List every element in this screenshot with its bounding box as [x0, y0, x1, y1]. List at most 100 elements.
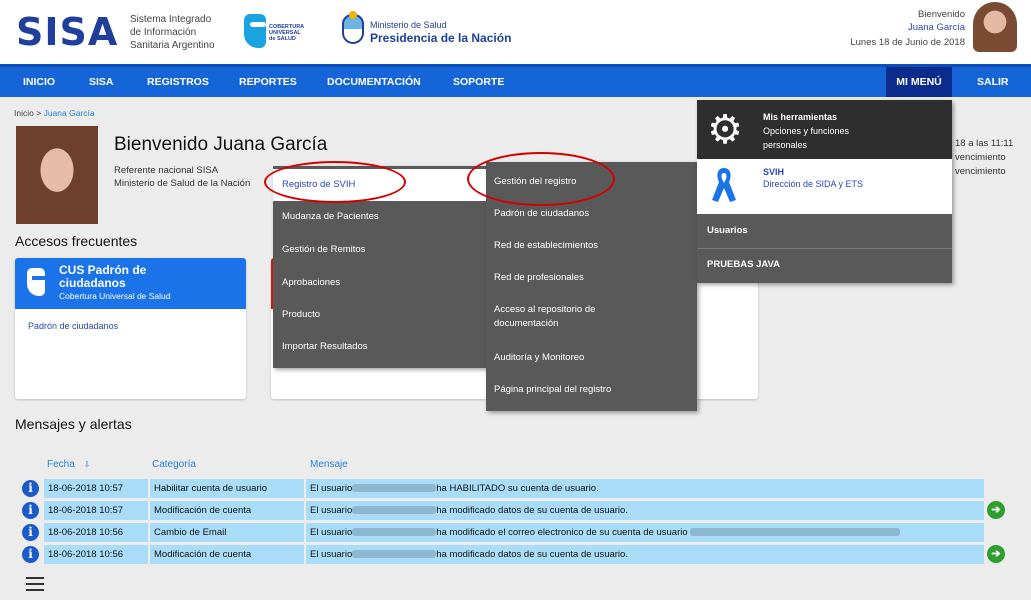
col-header-categoria[interactable]: Categoría	[152, 459, 196, 470]
cell-categoria: Modificación de cuenta	[150, 545, 304, 564]
page-title: Bienvenido Juana García	[114, 134, 328, 155]
avatar[interactable]	[973, 2, 1017, 52]
nav-mi-menu[interactable]: MI MENÚ	[886, 67, 952, 97]
msg-post: ha modificado datos de su cuenta de usua…	[436, 549, 628, 560]
info-icon: i	[22, 524, 39, 541]
msg-post: ha modificado datos de su cuenta de usua…	[436, 505, 628, 516]
sort-icon[interactable]: ⇩	[84, 460, 91, 469]
menu-item-repositorio[interactable]: Acceso al repositorio de documentación	[494, 303, 624, 331]
herramientas-subtitle: Opciones y funciones personales	[763, 126, 850, 150]
info-icon: i	[22, 480, 39, 497]
cobertura-f-icon	[244, 14, 266, 48]
logo-description: Sistema Integrado de Información Sanitar…	[130, 13, 215, 52]
breadcrumb-current[interactable]: Juana García	[44, 108, 95, 118]
mi-menu-dropdown: ⚙ Mis herramientas Opciones y funciones …	[697, 100, 952, 283]
awareness-ribbon-icon	[712, 168, 736, 202]
highlight-circle	[467, 152, 615, 206]
highlight-circle	[264, 161, 406, 203]
menu-item-remitos[interactable]: Gestión de Remitos	[273, 234, 488, 266]
menu-item-establecimientos[interactable]: Red de establecimientos	[494, 239, 689, 253]
blurred-username	[352, 506, 437, 515]
breadcrumb: Inicio > Juana García	[14, 108, 95, 118]
current-date: Lunes 18 de Junio de 2018	[850, 37, 965, 48]
cell-categoria: Habilitar cuenta de usuario	[150, 479, 304, 498]
nav-inicio[interactable]: INICIO	[23, 67, 55, 97]
table-row[interactable]: i 18-06-2018 10:57 Habilitar cuenta de u…	[16, 479, 984, 498]
nav-sisa[interactable]: SISA	[89, 67, 114, 97]
greeting: Bienvenido	[917, 9, 965, 20]
nav-salir[interactable]: SALIR	[977, 67, 1009, 97]
role-line: Ministerio de Salud de la Nación	[114, 178, 251, 189]
cell-categoria: Modificación de cuenta	[150, 501, 304, 520]
msg-pre: El usuario	[310, 527, 353, 538]
user-name-link[interactable]: Juana García	[850, 21, 965, 34]
cell-mensaje: El usuario ha modificado datos de su cuen…	[306, 545, 984, 564]
blurred-username	[352, 484, 437, 493]
svih-subtitle: Dirección de SIDA y ETS	[763, 179, 864, 189]
cell-mensaje: El usuario ha HABILITADO su cuenta de usu…	[306, 479, 984, 498]
arrow-right-icon[interactable]: ➔	[987, 545, 1005, 563]
nav-documentacion[interactable]: DOCUMENTACIÓN	[327, 67, 421, 97]
user-role: Referente nacional SISA Ministerio de Sa…	[114, 164, 250, 190]
ministerio-line1: Ministerio de Salud	[370, 20, 447, 30]
nav-registros[interactable]: REGISTROS	[147, 67, 209, 97]
mis-herramientas-item[interactable]: ⚙ Mis herramientas Opciones y funciones …	[697, 100, 952, 159]
breadcrumb-home[interactable]: Inicio	[14, 108, 34, 118]
header: SISA Sistema Integrado de Información Sa…	[0, 0, 1031, 64]
msg-post: ha HABILITADO su cuenta de usuario.	[436, 483, 599, 494]
ministerio-logo: Ministerio de Salud Presidencia de la Na…	[342, 11, 522, 48]
menu-item-producto[interactable]: Producto	[273, 299, 488, 331]
escudo-icon	[342, 11, 364, 44]
menu-item-importar[interactable]: Importar Resultados	[273, 331, 488, 363]
logo-text-line: de Información	[130, 27, 197, 38]
cell-fecha: 18-06-2018 10:56	[44, 545, 148, 564]
session-info-line: vencimiento	[955, 166, 1006, 177]
nav-reportes[interactable]: REPORTES	[239, 67, 297, 97]
cell-fecha: 18-06-2018 10:57	[44, 479, 148, 498]
menu-item-usuarios[interactable]: Usuarios	[707, 225, 748, 236]
svih-title: SVIH	[763, 167, 785, 177]
blurred-username	[352, 528, 437, 537]
menu-item-padron[interactable]: Padrón de ciudadanos	[494, 207, 689, 221]
sisa-logo[interactable]: SISA	[16, 12, 118, 52]
arrow-right-icon[interactable]: ➔	[987, 501, 1005, 519]
logo-text-line: Sistema Integrado	[130, 14, 212, 25]
cell-categoria: Cambio de Email	[150, 523, 304, 542]
logo-text-line: Sanitaria Argentino	[130, 40, 215, 51]
cell-fecha: 18-06-2018 10:57	[44, 501, 148, 520]
cobertura-icon	[27, 268, 45, 296]
menu-item-pruebas-java[interactable]: PRUEBAS JAVA	[707, 259, 780, 270]
menu-item-mudanza[interactable]: Mudanza de Pacientes	[273, 201, 488, 233]
menu-item-pagina-principal[interactable]: Página principal del registro	[494, 383, 689, 397]
table-row[interactable]: i 18-06-2018 10:56 Cambio de Email El us…	[16, 523, 984, 542]
menu-item-profesionales[interactable]: Red de profesionales	[494, 271, 689, 285]
cobertura-universal-logo: COBERTURA UNIVERSAL de SALUD	[244, 14, 314, 50]
cobertura-logo-text: COBERTURA UNIVERSAL de SALUD	[269, 24, 304, 42]
main-nav: INICIO SISA REGISTROS REPORTES DOCUMENTA…	[0, 64, 1031, 97]
hamburger-menu-icon[interactable]	[26, 577, 44, 591]
user-info: Bienvenido Juana García Lunes 18 de Juni…	[850, 8, 965, 49]
table-row[interactable]: i 18-06-2018 10:57 Modificación de cuent…	[16, 501, 984, 520]
sisa-logo-text: SISA	[16, 10, 119, 54]
svih-item[interactable]: SVIH Dirección de SIDA y ETS	[697, 159, 952, 214]
col-header-mensaje[interactable]: Mensaje	[310, 459, 348, 470]
col-fecha-label: Fecha	[47, 459, 75, 470]
menu-item-aprobaciones[interactable]: Aprobaciones	[273, 267, 488, 299]
gear-icon: ⚙	[707, 108, 743, 152]
card-link-padron[interactable]: Padrón de ciudadanos	[28, 321, 118, 331]
menu-item-auditoria[interactable]: Auditoría y Monitoreo	[494, 351, 689, 365]
session-info-line: 18 a las 11:11	[955, 138, 1014, 149]
cobertura-line: de SALUD	[269, 36, 296, 42]
cell-fecha: 18-06-2018 10:56	[44, 523, 148, 542]
table-row[interactable]: i 18-06-2018 10:56 Modificación de cuent…	[16, 545, 984, 564]
nav-soporte[interactable]: SOPORTE	[453, 67, 504, 97]
col-header-fecha[interactable]: Fecha ⇩	[47, 459, 90, 470]
blurred-email	[690, 528, 901, 537]
mensajes-title: Mensajes y alertas	[15, 416, 132, 432]
info-icon: i	[22, 502, 39, 519]
role-line: Referente nacional SISA	[114, 165, 219, 176]
access-card-cus[interactable]: CUS Padrón de ciudadanos Cobertura Unive…	[15, 258, 246, 399]
blurred-username	[352, 550, 437, 559]
cell-mensaje: El usuario ha modificado datos de su cuen…	[306, 501, 984, 520]
divider	[697, 248, 952, 249]
